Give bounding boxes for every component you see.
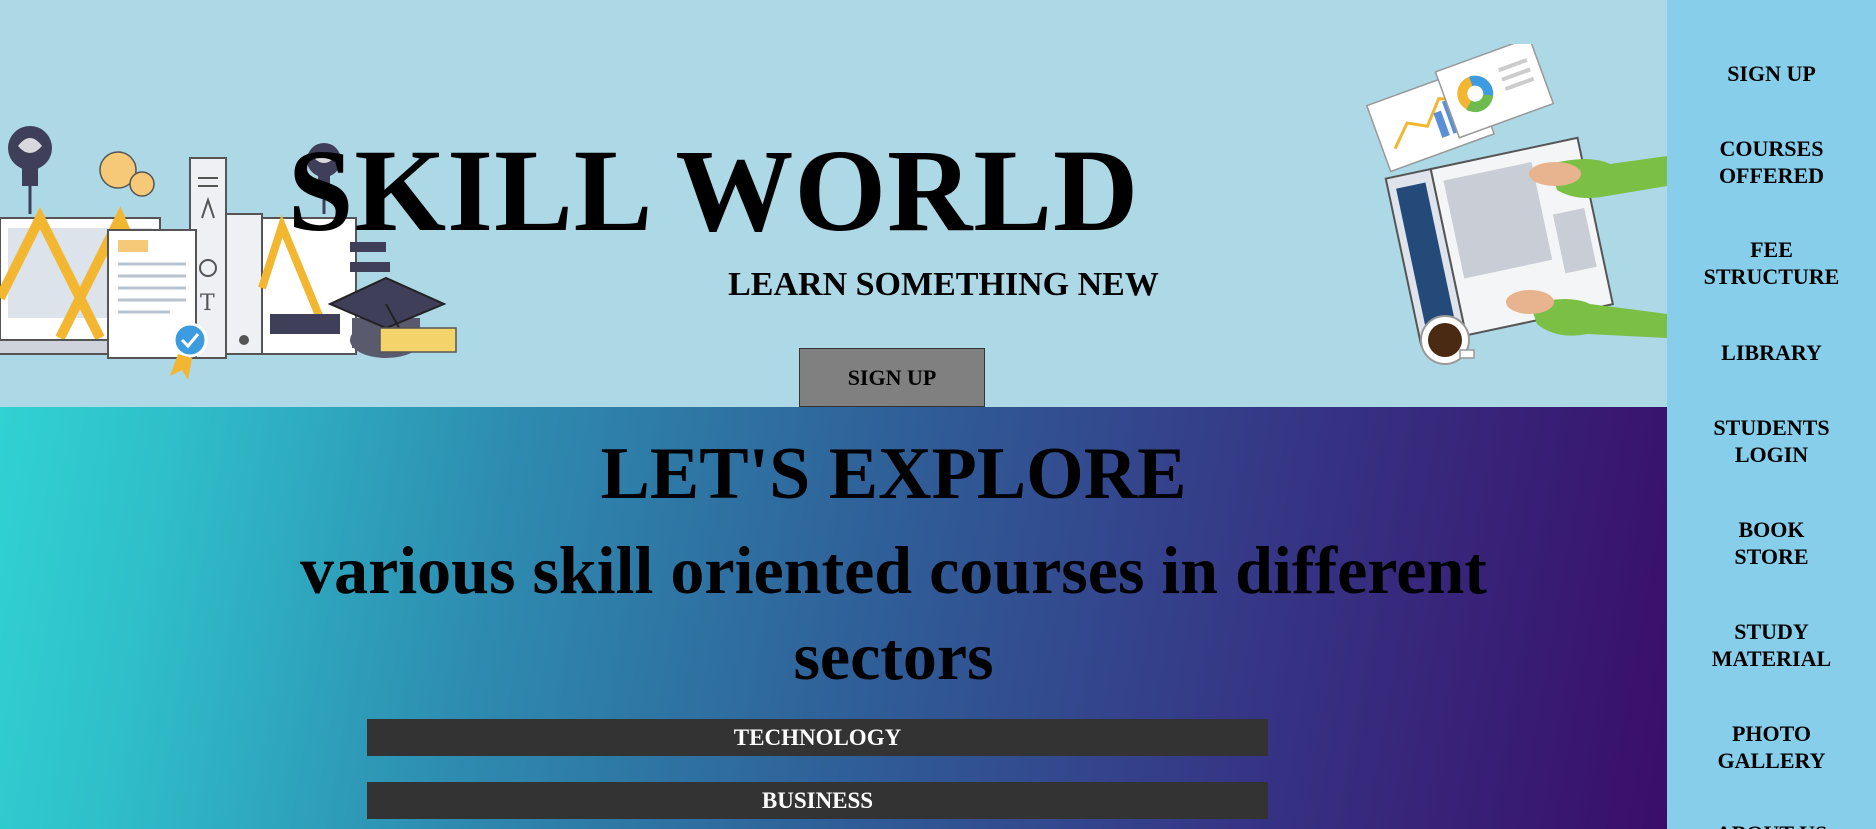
explore-heading: LET'S EXPLORE [600, 433, 1187, 515]
side-navigation: SIGN UP COURSES OFFERED FEE STRUCTURE LI… [1667, 0, 1876, 829]
category-business-button[interactable]: BUSINESS [367, 782, 1268, 819]
nav-fee-structure[interactable]: FEE STRUCTURE [1667, 236, 1876, 290]
explore-section: LET'S EXPLORE various skill oriented cou… [0, 407, 1667, 829]
page: T SKILL WORLD LEARN SOMETHING NEW SIGN U… [0, 0, 1876, 829]
nav-book-store[interactable]: BOOK STORE [1667, 516, 1876, 570]
nav-library[interactable]: LIBRARY [1667, 339, 1876, 366]
nav-courses-offered[interactable]: COURSES OFFERED [1667, 135, 1876, 189]
nav-students-login[interactable]: STUDENTS LOGIN [1667, 414, 1876, 468]
category-technology-button[interactable]: TECHNOLOGY [367, 719, 1268, 756]
header-banner: T SKILL WORLD LEARN SOMETHING NEW SIGN U… [0, 0, 1667, 407]
nav-sign-up[interactable]: SIGN UP [1667, 60, 1876, 87]
laptop-illustration [1365, 44, 1667, 365]
explore-subheading: various skill oriented courses in differ… [300, 532, 1487, 694]
nav-about-us[interactable]: ABOUT US [1667, 820, 1876, 829]
site-title: SKILL WORLD [287, 125, 1140, 256]
nav-photo-gallery[interactable]: PHOTO GALLERY [1667, 720, 1876, 774]
nav-study-material[interactable]: STUDY MATERIAL [1667, 618, 1876, 672]
hero-signup-button[interactable]: SIGN UP [799, 348, 985, 407]
